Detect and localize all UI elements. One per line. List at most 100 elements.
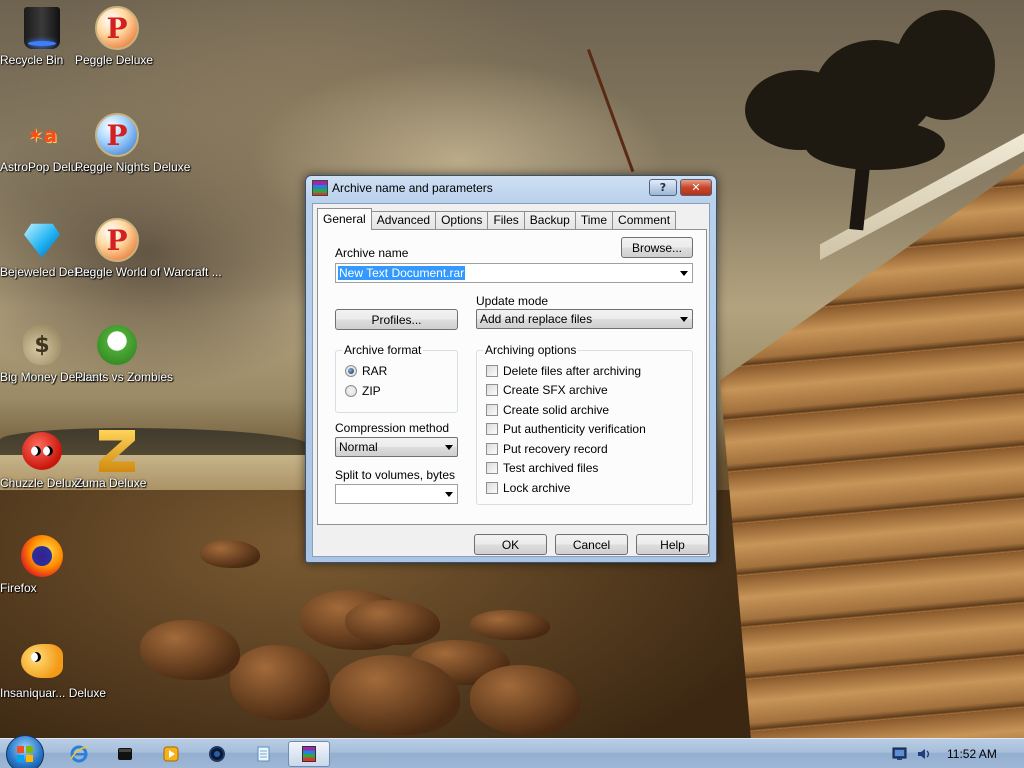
circle-app-icon [209,746,225,762]
desktop-icon-insaniquarium[interactable]: Insaniquar... Deluxe [0,638,106,700]
firefox-icon [19,533,65,579]
general-tab-page: Archive name Browse... New Text Document… [317,229,707,525]
dialog-title: Archive name and parameters [332,181,493,195]
chevron-down-icon [680,317,688,322]
peggle-wow-icon: P [94,217,140,263]
tab-comment[interactable]: Comment [612,211,677,230]
desktop-icon-chuzzle[interactable]: Chuzzle Deluxe [0,428,84,490]
desktop-icon-recycle-bin[interactable]: Recycle Bin [0,5,84,67]
recycle-bin-icon [19,5,65,51]
checkbox-label: Put authenticity verification [503,422,646,436]
update-mode-select[interactable]: Add and replace files [476,309,693,329]
winrar-icon [312,180,328,196]
checkbox-label: Delete files after archiving [503,364,642,378]
archiving-options-title: Archiving options [483,343,579,357]
tab-backup[interactable]: Backup [523,211,576,230]
title-close-button[interactable]: ✕ [680,179,712,196]
split-volumes-combo[interactable] [335,484,458,504]
terminal-icon [118,748,132,760]
archive-parameters-dialog: Archive name and parameters ? ✕ General … [305,175,717,563]
desktop-icon-bejeweled[interactable]: Bejeweled Deluxe [0,217,96,279]
desktop-icon-peggle-nights[interactable]: P Peggle Nights Deluxe [75,112,190,174]
taskbar-terminal[interactable] [104,741,146,767]
checkbox[interactable] [486,384,498,396]
archive-format-title: Archive format [342,343,424,357]
chuzzle-icon [19,428,65,474]
compression-method-select[interactable]: Normal [335,437,458,457]
option-lock-archive[interactable]: Lock archive [486,481,570,495]
tab-advanced[interactable]: Advanced [370,211,437,230]
network-icon[interactable] [892,746,908,762]
split-volumes-label: Split to volumes, bytes [335,468,456,482]
desktop-icon-peggle-wow[interactable]: P Peggle World of Warcraft ... [75,217,222,279]
compression-method-value: Normal [339,440,378,454]
tab-time[interactable]: Time [574,211,614,230]
radio-button-checked[interactable] [345,365,357,377]
taskbar-circle-app[interactable] [196,741,238,767]
checkbox[interactable] [486,482,498,494]
bejeweled-gem-icon [19,217,65,263]
desktop-icon-plants-vs-zombies[interactable]: Plants vs Zombies [75,322,173,384]
checkbox[interactable] [486,423,498,435]
checkbox[interactable] [486,462,498,474]
notepad-icon [257,746,270,762]
astropop-icon: ✶a [26,123,58,147]
taskbar-winrar[interactable] [288,741,330,767]
zuma-icon [94,428,140,474]
peggle-icon: P [94,5,140,51]
checkbox[interactable] [486,365,498,377]
browse-button[interactable]: Browse... [621,237,693,258]
tab-options[interactable]: Options [435,211,489,230]
dialog-titlebar[interactable]: Archive name and parameters ? ✕ [306,176,716,202]
desktop-icon-zuma[interactable]: Zuma Deluxe [75,428,159,490]
tab-files[interactable]: Files [487,211,525,230]
radio-zip[interactable]: ZIP [345,384,381,398]
title-help-button[interactable]: ? [649,179,677,196]
volume-icon[interactable] [916,746,932,762]
plants-vs-zombies-icon [94,322,140,368]
checkbox-label: Put recovery record [503,442,608,456]
profiles-button[interactable]: Profiles... [335,309,458,330]
taskbar-notepad[interactable] [242,741,284,767]
radio-rar[interactable]: RAR [345,364,387,378]
desktop-icon-firefox[interactable]: Firefox [0,533,84,595]
desktop-icon-big-money[interactable]: $ Big Money Deluxe [0,322,97,384]
taskbar-clock[interactable]: 11:52 AM [947,747,997,761]
radio-label: ZIP [362,384,381,398]
update-mode-label: Update mode [476,294,549,308]
update-mode-value: Add and replace files [480,312,593,326]
taskbar-media-player[interactable] [150,741,192,767]
desktop-icon-label: Zuma Deluxe [75,476,147,490]
chevron-down-icon[interactable] [445,492,453,497]
start-button[interactable] [6,735,44,768]
option-test-archived[interactable]: Test archived files [486,461,598,475]
desktop-icon-astropop[interactable]: ✶a AstroPop Deluxe [0,112,90,174]
desktop-icon-label: Peggle Nights Deluxe [75,160,191,174]
archive-name-combo[interactable]: New Text Document.rar [335,263,693,283]
option-authenticity[interactable]: Put authenticity verification [486,422,646,436]
option-delete-files[interactable]: Delete files after archiving [486,364,641,378]
desktop-icon-peggle-deluxe[interactable]: P Peggle Deluxe [75,5,159,67]
archiving-options-group: Archiving options Delete files after arc… [476,343,693,505]
chevron-down-icon[interactable] [680,271,688,276]
help-button[interactable]: Help [636,534,709,555]
checkbox[interactable] [486,404,498,416]
checkbox[interactable] [486,443,498,455]
taskbar: 11:52 AM [0,735,1024,768]
desktop-icon-label: Firefox [0,581,37,595]
winrar-icon [302,746,316,762]
tab-strip: General Advanced Options Files Backup Ti… [317,208,677,230]
desktop-icon-label: Peggle World of Warcraft ... [75,265,222,279]
taskbar-internet-explorer[interactable] [58,741,100,767]
option-create-sfx[interactable]: Create SFX archive [486,383,608,397]
radio-button[interactable] [345,385,357,397]
checkbox-label: Create solid archive [503,403,610,417]
dialog-client-area: General Advanced Options Files Backup Ti… [312,203,710,557]
option-recovery-record[interactable]: Put recovery record [486,442,608,456]
archive-name-label: Archive name [335,246,409,260]
tab-general[interactable]: General [317,208,372,230]
ok-button[interactable]: OK [474,534,547,555]
cancel-button[interactable]: Cancel [555,534,628,555]
option-create-solid[interactable]: Create solid archive [486,403,609,417]
radio-label: RAR [362,364,388,378]
